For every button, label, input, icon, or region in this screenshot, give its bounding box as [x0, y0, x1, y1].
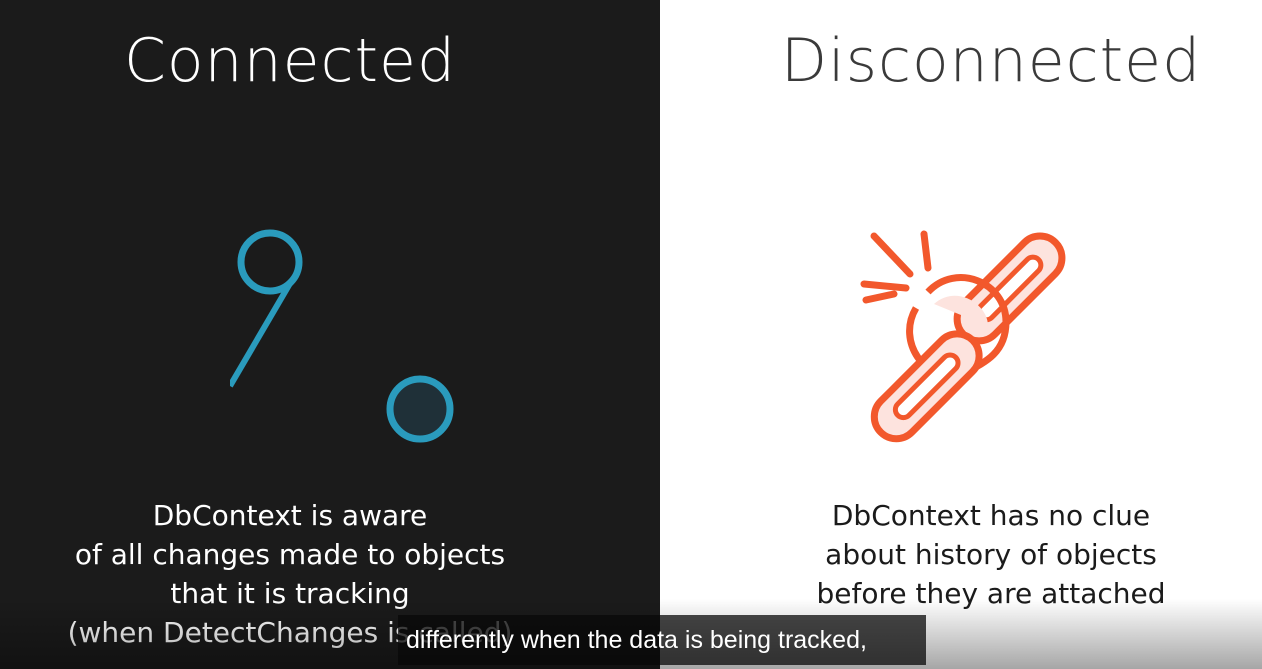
- disconnected-panel: Disconnected DbContext has no clue about…: [660, 0, 1262, 669]
- disconnected-title: Disconnected: [780, 26, 1202, 96]
- video-frame[interactable]: Connected DbContext is aware of all chan…: [0, 0, 1262, 669]
- disconnected-description: DbContext has no clue about history of o…: [690, 496, 1262, 613]
- connected-title: Connected: [123, 26, 457, 96]
- disconnected-description-line: DbContext has no clue: [831, 499, 1151, 532]
- connected-description-line: of all changes made to objects: [74, 538, 506, 571]
- connected-description-line: that it is tracking: [170, 577, 410, 610]
- disconnected-description-line: before they are attached: [816, 577, 1166, 610]
- connected-panel: Connected DbContext is aware of all chan…: [0, 0, 660, 669]
- disconnected-description-line: about history of objects: [825, 538, 1157, 571]
- broken-chain-icon: [856, 222, 1086, 456]
- connected-nodes-icon: [227, 222, 470, 456]
- connected-description-line: DbContext is aware: [152, 499, 428, 532]
- subtitle-caption: differently when the data is being track…: [398, 615, 926, 665]
